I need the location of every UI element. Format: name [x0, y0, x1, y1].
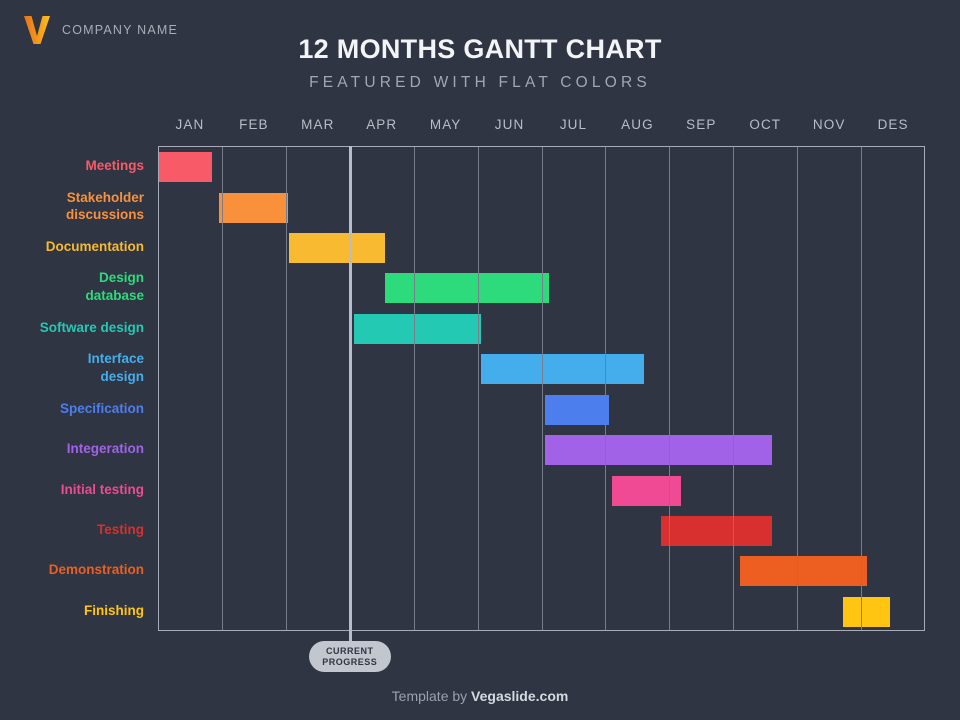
task-label: Demonstration: [48, 562, 144, 578]
month-label-may: MAY: [429, 117, 462, 132]
month-label-aug: AUG: [621, 117, 654, 132]
gridline-sep: [669, 147, 671, 630]
gridline-may: [413, 147, 415, 630]
footer: Template by Vegaslide.com: [0, 688, 960, 704]
gridline-mar: [285, 147, 287, 630]
gantt-bar[interactable]: [739, 556, 868, 587]
month-label-feb: FEB: [239, 117, 269, 132]
gantt-bar[interactable]: [544, 435, 772, 466]
task-label: Documentation: [45, 239, 144, 255]
gantt-bar[interactable]: [661, 515, 772, 546]
task-label: Finishing: [84, 602, 144, 618]
current-progress-line2: PROGRESS: [322, 656, 378, 667]
gantt-bar[interactable]: [158, 152, 213, 183]
page-title: 12 MONTHS GANTT CHART: [298, 34, 662, 64]
month-label-jul: JUL: [559, 117, 588, 132]
footer-brand[interactable]: Vegaslide.com: [471, 688, 568, 704]
current-progress-badge[interactable]: CURRENT PROGRESS: [308, 641, 391, 672]
gantt-bar[interactable]: [354, 313, 482, 344]
footer-prefix: Template by: [391, 688, 472, 704]
gridline-des: [861, 147, 863, 630]
task-label: Software design: [39, 319, 144, 335]
month-label-apr: APR: [366, 117, 398, 132]
month-axis: JAN FEB MAR APR MAY JUN JUL AUG SEP OCT NOV DES: [158, 117, 925, 137]
gantt-bar[interactable]: [843, 596, 891, 627]
gantt-bar[interactable]: [384, 273, 550, 304]
task-label: Interface design: [87, 351, 144, 385]
task-label: Testing: [97, 521, 144, 537]
month-label-mar: MAR: [301, 117, 335, 132]
current-progress-line: [348, 146, 352, 645]
gantt-plot-area: [158, 146, 925, 631]
task-label: Integeration: [66, 441, 144, 457]
gantt-bar[interactable]: [481, 354, 644, 385]
gantt-bar[interactable]: [218, 192, 288, 223]
gantt-bar[interactable]: [544, 394, 610, 425]
page-subtitle: FEATURED WITH FLAT COLORS: [309, 74, 651, 91]
task-label: Specification: [59, 400, 144, 416]
month-label-jun: JUN: [494, 117, 525, 132]
gridline-aug: [605, 147, 607, 630]
current-progress-line1: CURRENT: [326, 645, 374, 656]
title-block: 12 MONTHS GANTT CHART FEATURED WITH FLAT…: [0, 34, 960, 92]
gridline-jan: [158, 147, 159, 630]
task-label: Stakeholder discussions: [65, 189, 144, 223]
task-label: Design database: [85, 270, 144, 304]
task-label: Meetings: [85, 158, 144, 174]
gridline-oct: [733, 147, 735, 630]
gantt-bar[interactable]: [289, 233, 385, 264]
month-label-des: DES: [877, 117, 909, 132]
gridline-jul: [541, 147, 543, 630]
month-label-nov: NOV: [812, 117, 846, 132]
gridline-feb: [221, 147, 223, 630]
task-label: Initial testing: [60, 481, 144, 497]
month-label-oct: OCT: [749, 117, 782, 132]
month-label-jan: JAN: [175, 117, 205, 132]
task-label-column: Meetings Stakeholder discussions Documentat…: [0, 146, 150, 631]
gridline-jun: [477, 147, 479, 630]
month-label-sep: SEP: [686, 117, 717, 132]
gridline-nov: [797, 147, 799, 630]
gantt-bar[interactable]: [611, 475, 681, 506]
